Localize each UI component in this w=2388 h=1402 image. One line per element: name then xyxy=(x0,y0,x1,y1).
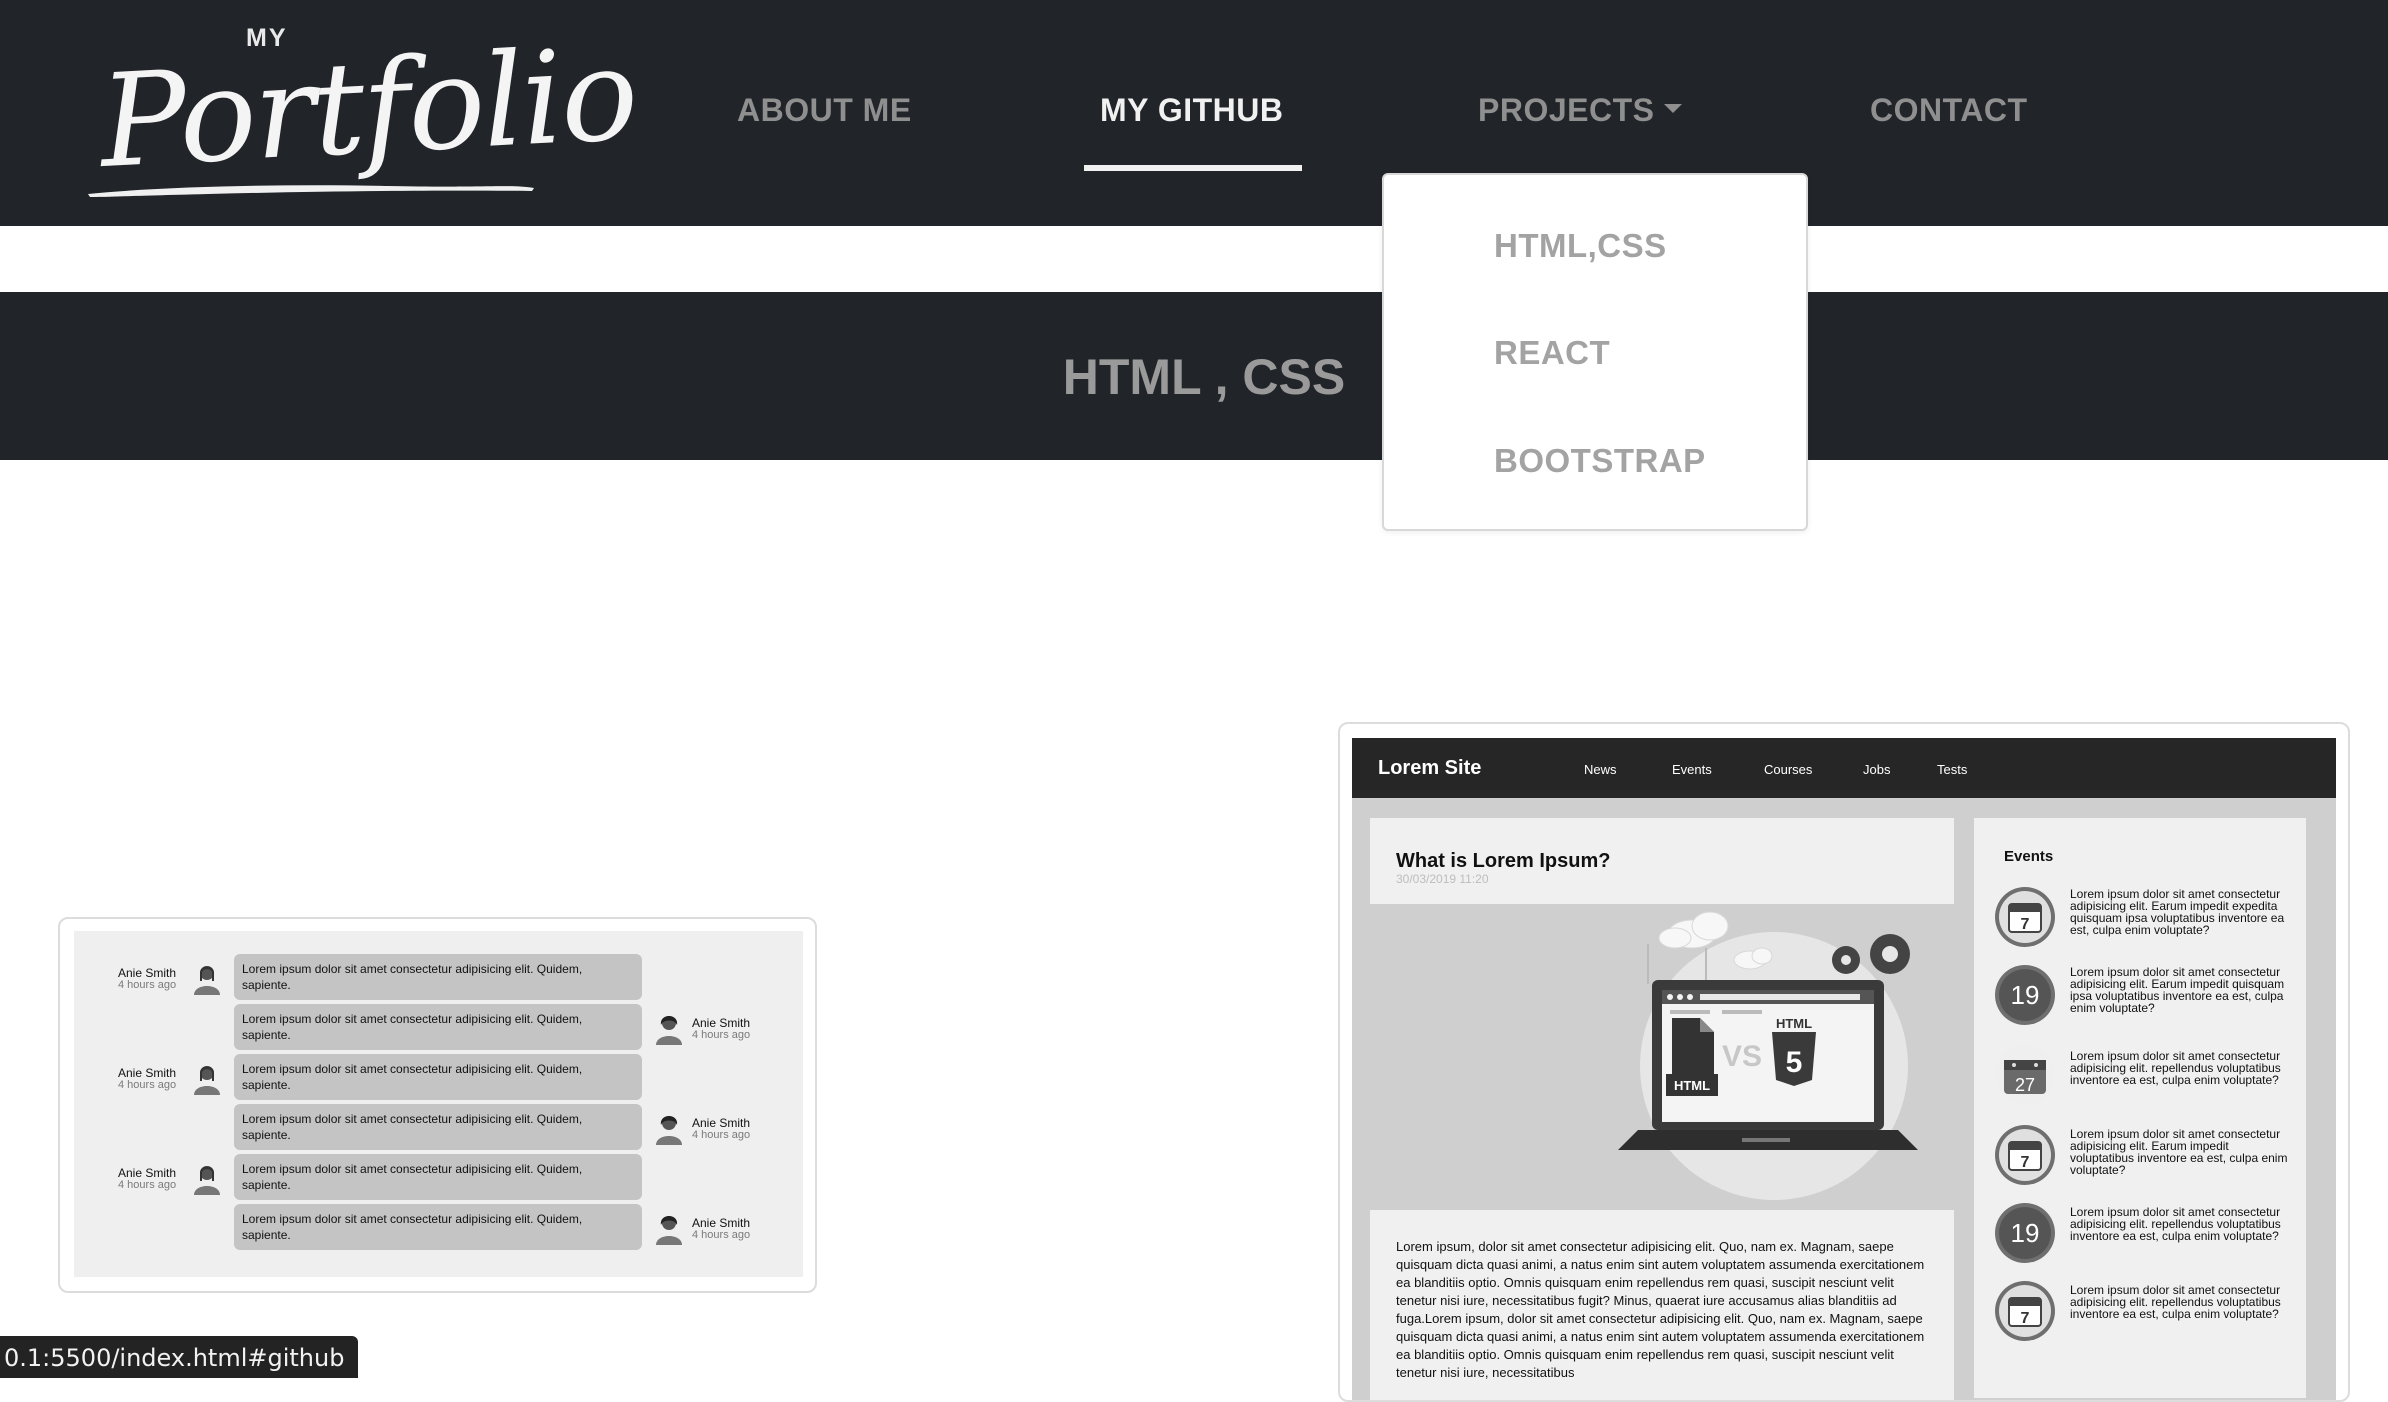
chat-message: Lorem ipsum dolor sit amet consectetur a… xyxy=(234,1004,642,1050)
preview-nav-link: Events xyxy=(1672,762,1712,777)
chat-author-name: Anie Smith xyxy=(118,1166,177,1180)
html-vs-html5-illustration: HTML VS HTML 5 xyxy=(1618,911,1918,1200)
project-card-chat[interactable]: Anie Smith 4 hours ago Lorem ipsum dolor … xyxy=(58,917,817,1293)
date-circle-icon: 19 xyxy=(1995,1203,2055,1263)
preview-article-date: 30/03/2019 11:20 xyxy=(1396,872,1489,886)
chat-author: Anie Smith 4 hours ago xyxy=(118,967,176,991)
active-nav-underline xyxy=(1084,165,1302,171)
female-avatar-icon xyxy=(656,1016,682,1045)
chat-message: Lorem ipsum dolor sit amet consectetur a… xyxy=(234,1204,642,1250)
event-text: Lorem ipsum dolor sit amet consectetur a… xyxy=(2070,887,2285,937)
section-title: HTML , CSS xyxy=(1062,349,1346,405)
status-bar-url: 0.1:5500/index.html#github xyxy=(0,1336,359,1378)
chat-author-name: Anie Smith xyxy=(118,966,177,980)
date-circle-icon: 19 xyxy=(1995,965,2055,1025)
chat-message: Lorem ipsum dolor sit amet consectetur a… xyxy=(234,1104,642,1150)
preview-article-text: Lorem ipsum, dolor sit amet consectetur … xyxy=(1396,1239,1925,1380)
calendar-icon: 7 xyxy=(1995,1125,2055,1185)
chat-time: 4 hours ago xyxy=(692,1129,751,1141)
illustration-vs-label: VS xyxy=(1722,1040,1762,1073)
female-avatar-icon xyxy=(194,966,220,995)
chat-author: Anie Smith 4 hours ago xyxy=(692,1017,750,1041)
nav-projects-label: PROJECTS xyxy=(1478,92,1655,128)
chat-author-name: Anie Smith xyxy=(692,1016,751,1030)
preview-events-title: Events xyxy=(2004,848,2054,865)
event-day: 19 xyxy=(2011,1218,2040,1248)
female-avatar-icon xyxy=(656,1116,682,1145)
nav-projects[interactable]: PROJECTS xyxy=(1478,92,1683,129)
preview-nav-link: News xyxy=(1584,762,1617,777)
chat-time: 4 hours ago xyxy=(118,1179,177,1191)
chat-author: Anie Smith 4 hours ago xyxy=(118,1067,176,1091)
preview-article: What is Lorem Ipsum? 30/03/2019 11:20 HT… xyxy=(1370,818,1954,1400)
chat-time: 4 hours ago xyxy=(692,1029,751,1041)
caret-down-icon xyxy=(1664,104,1683,114)
dropdown-item-html-css[interactable]: HTML,CSS xyxy=(1494,227,1667,265)
preview-article-image: HTML VS HTML 5 xyxy=(1370,904,1954,1210)
illustration-html5-label: HTML xyxy=(1776,1016,1812,1031)
illustration-html5-number: 5 xyxy=(1786,1046,1803,1079)
event-day: 7 xyxy=(2021,1310,2030,1327)
calendar-icon: 7 xyxy=(1995,887,2055,947)
preview-site-brand: Lorem Site xyxy=(1378,757,1482,779)
female-avatar-icon xyxy=(194,1066,220,1095)
chat-message: Lorem ipsum dolor sit amet consectetur a… xyxy=(234,1154,642,1200)
logo-script-text: Portfolio xyxy=(96,20,640,197)
dropdown-item-bootstrap[interactable]: BOOTSTRAP xyxy=(1494,442,1706,480)
event-day: 19 xyxy=(2011,980,2040,1010)
female-avatar-icon xyxy=(194,1166,220,1195)
chat-message: Lorem ipsum dolor sit amet consectetur a… xyxy=(234,954,642,1000)
chat-message: Lorem ipsum dolor sit amet consectetur a… xyxy=(234,1054,642,1100)
event-text: Lorem ipsum dolor sit amet consectetur a… xyxy=(2070,1127,2288,1177)
preview-nav-link: Courses xyxy=(1764,762,1813,777)
projects-dropdown-menu: HTML,CSS REACT BOOTSTRAP xyxy=(1382,173,1808,531)
nav-about-me[interactable]: ABOUT ME xyxy=(737,92,912,129)
female-avatar-icon xyxy=(656,1216,682,1245)
chat-author-name: Anie Smith xyxy=(692,1216,751,1230)
event-text: Lorem ipsum dolor sit amet consectetur a… xyxy=(2070,1049,2281,1087)
nav-my-github[interactable]: MY GITHUB xyxy=(1100,92,1283,129)
chat-author: Anie Smith 4 hours ago xyxy=(118,1167,176,1191)
nav-contact[interactable]: CONTACT xyxy=(1870,92,2028,129)
event-text: Lorem ipsum dolor sit amet consectetur a… xyxy=(2070,965,2285,1015)
chat-author-name: Anie Smith xyxy=(118,1066,177,1080)
preview-events-panel: Events 7 Lorem ipsum dolor sit amet cons… xyxy=(1974,818,2306,1398)
chat-author-name: Anie Smith xyxy=(692,1116,751,1130)
chat-preview-image: Anie Smith 4 hours ago Lorem ipsum dolor … xyxy=(74,931,803,1277)
chat-author: Anie Smith 4 hours ago xyxy=(692,1117,750,1141)
chat-author: Anie Smith 4 hours ago xyxy=(692,1217,750,1241)
preview-nav-link: Tests xyxy=(1937,762,1968,777)
chat-time: 4 hours ago xyxy=(118,979,177,991)
chat-time: 4 hours ago xyxy=(692,1229,751,1241)
event-day: 27 xyxy=(2015,1075,2035,1095)
preview-site-navbar: Lorem Site News Events Courses Jobs Test… xyxy=(1352,738,2336,798)
dropdown-item-react[interactable]: REACT xyxy=(1494,334,1610,372)
portfolio-logo[interactable]: MY Portfolio xyxy=(80,20,640,210)
event-day: 7 xyxy=(2021,916,2030,933)
calendar-icon: 7 xyxy=(1995,1281,2055,1341)
preview-nav-link: Jobs xyxy=(1863,762,1891,777)
preview-article-title: What is Lorem Ipsum? xyxy=(1396,850,1611,872)
logo-brush-stroke xyxy=(88,185,534,197)
event-text: Lorem ipsum dolor sit amet consectetur a… xyxy=(2070,1283,2281,1321)
preview-site-body: What is Lorem Ipsum? 30/03/2019 11:20 HT… xyxy=(1352,798,2336,1400)
illustration-html-label: HTML xyxy=(1674,1078,1710,1093)
event-text: Lorem ipsum dolor sit amet consectetur a… xyxy=(2070,1205,2281,1243)
chat-time: 4 hours ago xyxy=(118,1079,177,1091)
event-day: 7 xyxy=(2021,1154,2030,1171)
project-card-lorem-site[interactable]: Lorem Site News Events Courses Jobs Test… xyxy=(1338,722,2350,1402)
calendar-icon: 27 xyxy=(1995,1045,2055,1105)
